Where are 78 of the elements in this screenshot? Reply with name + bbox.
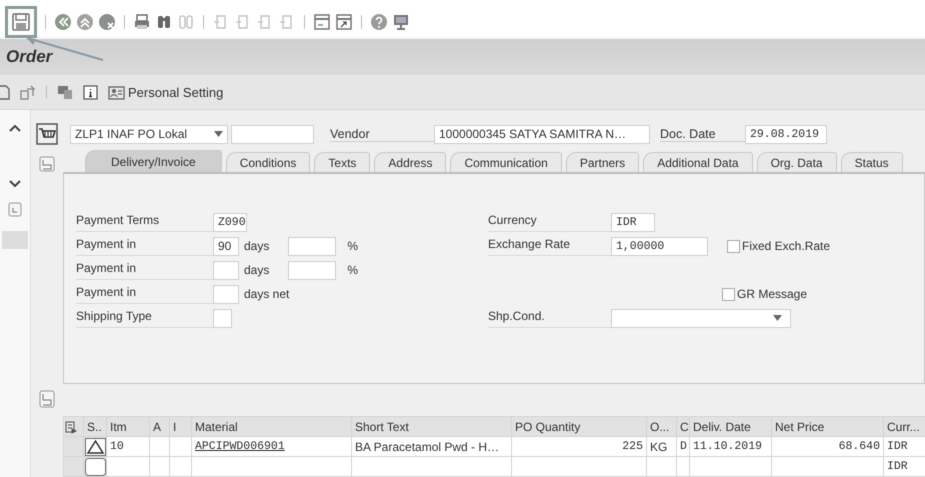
table-cell: 11.10.2019	[690, 436, 772, 456]
table-cell: 68.640	[772, 436, 884, 456]
back-icon[interactable]	[54, 12, 72, 30]
checkbox[interactable]: Fixed Exch.Rate	[727, 239, 830, 253]
cancel-icon[interactable]	[98, 12, 116, 30]
table-cell: KG	[646, 436, 676, 456]
scroll-down-icon[interactable]	[9, 180, 21, 188]
doc-date-field[interactable]: 29.08.2019	[745, 124, 827, 144]
screen-title: Order	[6, 47, 52, 68]
scroll-up-icon[interactable]	[9, 124, 21, 132]
unit-label: days	[244, 239, 270, 253]
column-header[interactable]: O...	[646, 416, 676, 436]
tab[interactable]: Additional Data	[643, 152, 753, 172]
column-header[interactable]: Itm	[106, 416, 150, 436]
checkbox[interactable]: GR Message	[722, 287, 808, 301]
caret-icon	[773, 315, 782, 321]
payment-terms-field[interactable]: Z090	[213, 212, 247, 232]
tab[interactable]: Texts	[314, 152, 370, 172]
exchange-rate-field[interactable]: 1,00000	[611, 236, 708, 256]
column-header[interactable]: Short Text	[352, 416, 512, 436]
table-cell: BA Paracetamol Pwd - H…	[352, 436, 512, 456]
tab[interactable]: Communication	[450, 152, 562, 172]
personal-setting-button[interactable]: Personal Setting	[108, 84, 224, 100]
table-cell	[170, 456, 192, 476]
up-icon[interactable]	[76, 12, 94, 30]
unit-label: days	[244, 263, 270, 277]
vendor-field[interactable]: 1000000345 SATYA SAMITRA N…	[434, 124, 650, 144]
days-field[interactable]: 90	[213, 236, 239, 256]
percent-field[interactable]	[288, 260, 336, 280]
unit-label: days net	[244, 287, 290, 301]
column-header[interactable]: PO Quantity	[512, 416, 646, 436]
caret-icon	[214, 131, 223, 137]
unit-label: %	[347, 263, 358, 277]
help-icon[interactable]	[370, 12, 388, 30]
new-window-icon[interactable]	[313, 12, 331, 30]
order-type-dropdown[interactable]: ZLP1 INAF PO Lokal	[70, 124, 228, 144]
column-header[interactable]: A	[150, 416, 170, 436]
column-header[interactable]: Material	[192, 416, 352, 436]
table-cell	[150, 456, 170, 476]
order-number-field[interactable]	[231, 124, 314, 144]
table-cell: IDR	[884, 456, 925, 476]
column-header[interactable]: Deliv. Date	[690, 416, 772, 436]
shipping-type-field[interactable]	[213, 308, 232, 328]
tab[interactable]: Address	[374, 152, 446, 172]
document-icon[interactable]	[0, 84, 10, 100]
info-icon[interactable]	[83, 84, 98, 100]
currency-field[interactable]: IDR	[611, 212, 655, 232]
column-header[interactable]: S..	[84, 416, 106, 436]
column-header[interactable]: C	[676, 416, 690, 436]
panel-toggle-icon[interactable]	[39, 390, 55, 408]
column-header[interactable]: I	[170, 416, 192, 436]
table-cell: IDR	[884, 436, 925, 456]
unit-label: %	[347, 239, 358, 253]
panel-toggle-icon[interactable]	[39, 156, 55, 172]
tab[interactable]: Status	[840, 152, 903, 172]
print-icon[interactable]	[133, 12, 151, 30]
tab[interactable]: Delivery/Invoice	[85, 150, 222, 172]
save-icon[interactable]	[10, 10, 32, 32]
select-all-icon[interactable]	[64, 420, 78, 434]
days-field[interactable]	[213, 260, 239, 280]
percent-field[interactable]	[288, 236, 336, 256]
material-link[interactable]: APCIPWD006901	[195, 440, 285, 453]
column-header[interactable]: Net Price	[772, 416, 884, 436]
table-cell: 225	[512, 436, 646, 456]
table-cell	[646, 456, 676, 476]
tab[interactable]: Partners	[566, 152, 640, 172]
shortcut-icon[interactable]	[335, 12, 353, 30]
table-cell	[150, 436, 170, 456]
monitor-icon[interactable]	[392, 12, 410, 30]
transfer-icon[interactable]	[20, 84, 36, 100]
column-header[interactable]: Curr...	[884, 416, 925, 436]
cart-icon[interactable]	[36, 123, 58, 145]
panel-toggle-icon[interactable]	[8, 202, 22, 217]
table-cell: 10	[106, 436, 150, 456]
tab[interactable]: Conditions	[226, 152, 310, 172]
days-field[interactable]	[213, 284, 239, 304]
settings-card-icon[interactable]	[108, 84, 125, 100]
tab[interactable]: Org. Data	[756, 152, 837, 172]
